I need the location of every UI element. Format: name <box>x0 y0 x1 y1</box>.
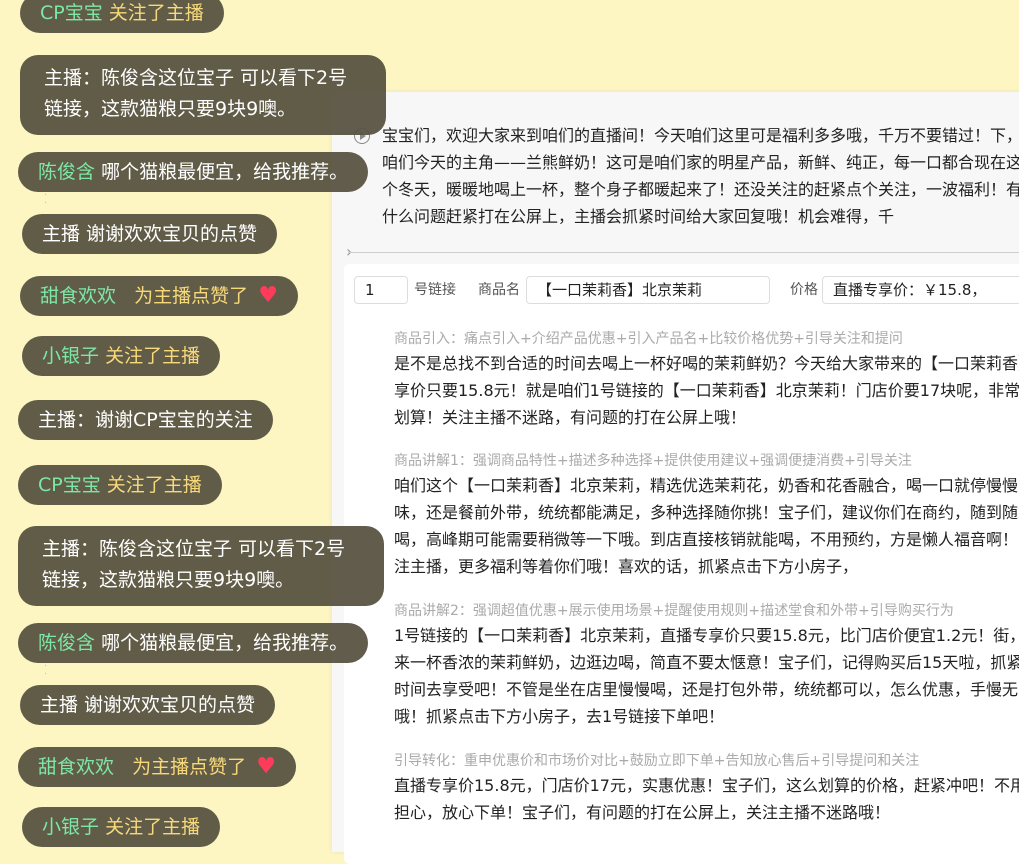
chat-username: 甜食欢欢 <box>38 756 115 778</box>
chat-action: 关注了主播 <box>105 345 201 367</box>
chat-text: 哪个猫粮最便宜，给我推荐。 <box>101 632 349 654</box>
chat-text: 哪个猫粮最便宜，给我推荐。 <box>101 161 349 183</box>
chat-action: 关注了主播 <box>106 474 202 496</box>
chat-username: CP宝宝 <box>38 474 101 496</box>
section-text: 咱们这个【一口茉莉香】北京茉莉，精选优选茉莉花，奶香和花香融合，喝一口就停慢慢品… <box>394 472 1019 580</box>
product-name-label: 商品名 <box>478 282 520 298</box>
chat-action: 关注了主播 <box>105 816 201 838</box>
chat-action: 为主播点赞了 <box>132 756 247 778</box>
chat-follow-message: CP宝宝 关注了主播 <box>20 0 224 33</box>
chat-follow-message: CP宝宝 关注了主播 <box>18 465 222 505</box>
heart-icon: ♥ <box>258 283 278 308</box>
chat-host-reply: 主播：陈俊含这位宝子 可以看下2号链接，这款猫粮只要9块9噢。 <box>20 55 386 135</box>
script-panel: 宝宝们，欢迎大家来到咱们的直播间！今天咱们这里可是福利多多哦，千万不要错过！下，… <box>332 92 1019 864</box>
section-paragraph: 咱们这个【一口茉莉香】北京茉莉，精选优选茉莉花，奶香和花香融合，喝一口就停慢慢品… <box>394 476 1019 576</box>
chat-host-thanks: 主播 谢谢欢欢宝贝的点赞 <box>22 214 278 254</box>
chat-username: 甜食欢欢 <box>40 285 117 307</box>
chat-username: 小银子 <box>42 816 100 838</box>
intro-text: 宝宝们，欢迎大家来到咱们的直播间！今天咱们这里可是福利多多哦，千万不要错过！下，… <box>382 126 1019 226</box>
section-paragraph: 直播专享价15.8元，门店价17元，实惠优惠！宝子们，这么划算的价格，赶紧冲吧！… <box>394 776 1019 822</box>
chat-viewer-message: 陈俊含 哪个猫粮最便宜，给我推荐。 <box>18 152 369 192</box>
chat-username: CP宝宝 <box>40 2 103 24</box>
section-heading: 引导转化：重申优惠价和市场价对比+鼓励立即下单+告知放心售后+引导提问和关注 <box>394 753 920 769</box>
chat-follow-message: 小银子 关注了主播 <box>22 807 221 847</box>
intro-script: 宝宝们，欢迎大家来到咱们的直播间！今天咱们这里可是福利多多哦，千万不要错过！下，… <box>354 122 1019 230</box>
product-card: 1 号链接 商品名 【一口茉莉香】北京茉莉 价格 直播专享价：￥15.8， 商品… <box>344 264 1019 864</box>
chat-host-thanks: 主播：谢谢CP宝宝的关注 <box>18 400 273 440</box>
chat-username: 陈俊含 <box>38 632 96 654</box>
chat-like-message: 甜食欢欢 为主播点赞了 ♥ <box>18 747 296 787</box>
section-heading: 商品讲解2：强调超值优惠+展示使用场景+提醒使用规则+描述堂食和外带+引导购买行… <box>394 603 954 619</box>
section-paragraph: 1号链接的【一口茉莉香】北京茉莉，直播专享价只要15.8元，比门店价便宜1.2元… <box>394 626 1019 726</box>
section-text: 直播专享价15.8元，门店价17元，实惠优惠！宝子们，这么划算的价格，赶紧冲吧！… <box>394 772 1019 853</box>
divider <box>348 252 1019 253</box>
chat-username: 陈俊含 <box>38 161 96 183</box>
chat-host-reply: 主播：陈俊含这位宝子 可以看下2号链接，这款猫粮只要9块9噢。 <box>18 526 384 606</box>
chat-username: 小银子 <box>42 345 100 367</box>
product-name-input[interactable]: 【一口茉莉香】北京茉莉 <box>526 276 770 304</box>
section-heading: 商品引入：痛点引入+介绍产品优惠+引入产品名+比较价格优势+引导关注和提问 <box>394 331 903 347</box>
dots-divider: · · <box>44 661 48 680</box>
chat-follow-message: 小银子 关注了主播 <box>22 336 221 376</box>
chat-like-message: 甜食欢欢 为主播点赞了 ♥ <box>20 276 298 316</box>
section-paragraph: 是不是总找不到合适的时间去喝上一杯好喝的茉莉鲜奶？今天给大家带来的【一口茉莉香】… <box>394 354 1019 427</box>
chat-action: 为主播点赞了 <box>134 285 249 307</box>
price-label: 价格 <box>790 282 818 298</box>
heart-icon: ♥ <box>256 754 276 779</box>
price-input[interactable]: 直播专享价：￥15.8， <box>822 276 1019 304</box>
chat-host-thanks: 主播 谢谢欢欢宝贝的点赞 <box>20 685 276 725</box>
chat-action: 关注了主播 <box>108 2 204 24</box>
section-text: 是不是总找不到合适的时间去喝上一杯好喝的茉莉鲜奶？今天给大家带来的【一口茉莉香】… <box>394 350 1019 431</box>
section-heading: 商品讲解1：强调商品特性+描述多种选择+提供使用建议+强调便捷消费+引导关注 <box>394 453 912 469</box>
link-number-input[interactable]: 1 <box>354 276 408 304</box>
link-label: 号链接 <box>414 282 456 298</box>
chat-viewer-message: 陈俊含 哪个猫粮最便宜，给我推荐。 <box>18 623 369 663</box>
section-text: 1号链接的【一口茉莉香】北京茉莉，直播专享价只要15.8元，比门店价便宜1.2元… <box>394 622 1019 730</box>
dots-divider: · · <box>44 190 48 209</box>
